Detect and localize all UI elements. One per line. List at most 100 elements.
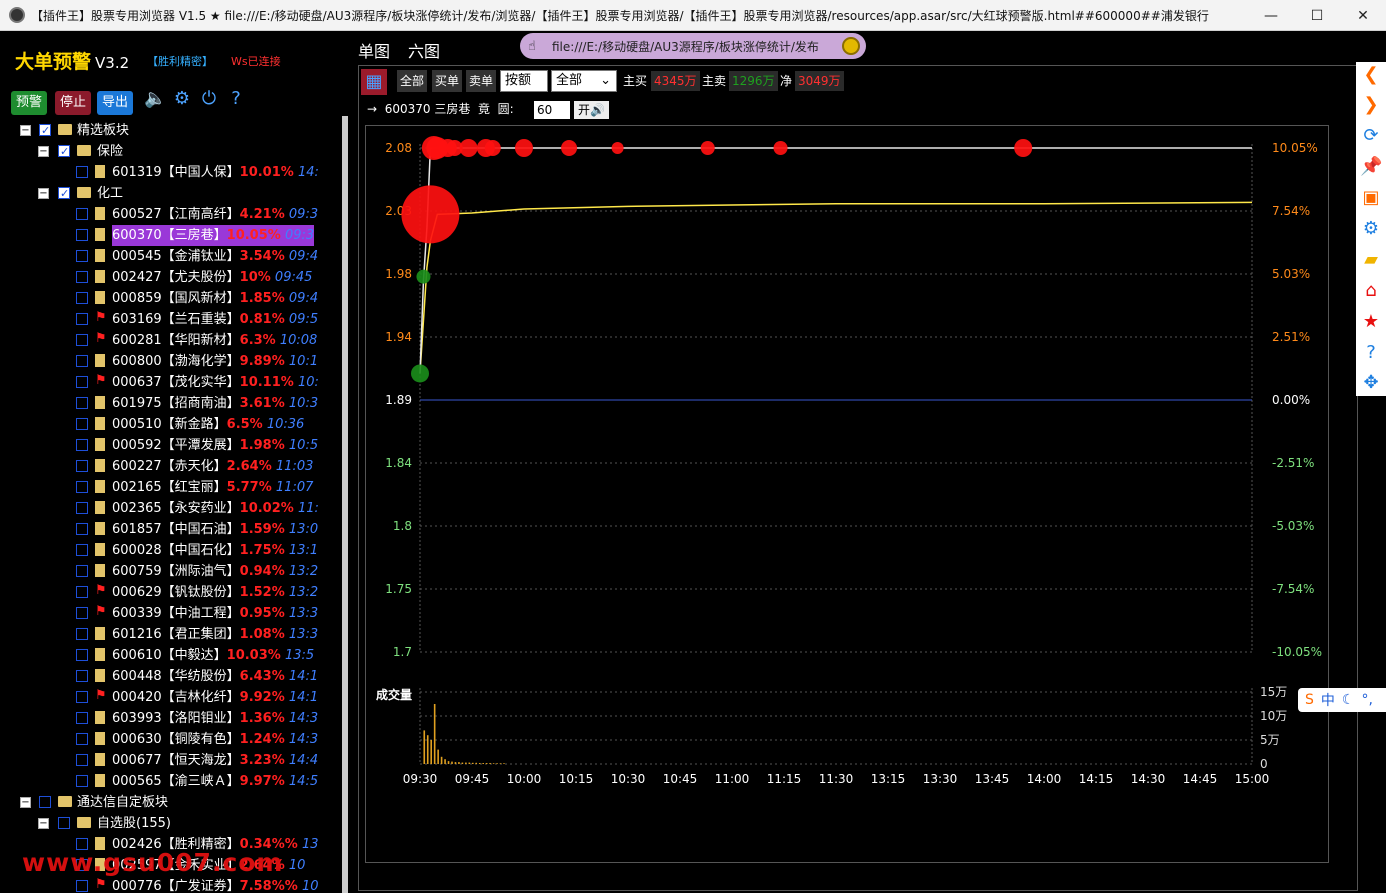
stock-item[interactable]: 603993【洛阳钼业】1.36% 14:3 — [76, 708, 342, 729]
refresh-icon[interactable]: ⟳ — [1360, 125, 1382, 147]
checkbox[interactable] — [76, 208, 88, 220]
stock-item[interactable]: 600370【三房巷】10.05% 09:3 — [76, 225, 342, 246]
stock-item[interactable]: ⚑ 000420【吉林化纤】9.92% 14:1 — [76, 687, 342, 708]
help-icon[interactable]: ? — [225, 88, 247, 110]
stock-item[interactable]: ⚑ 000776【广发证券】7.58%% 10 — [76, 876, 342, 893]
stock-item[interactable]: 600610【中毅达】10.03% 13:5 — [76, 645, 342, 666]
checkbox[interactable] — [58, 141, 70, 162]
stock-item[interactable]: 601975【招商南油】3.61% 10:3 — [76, 393, 342, 414]
chevron-right-icon[interactable]: ❯ — [1360, 94, 1382, 116]
stock-item[interactable]: 002365【永安药业】10.02% 11: — [76, 498, 342, 519]
collapse-icon[interactable]: − — [38, 146, 49, 157]
checkbox[interactable] — [76, 376, 88, 388]
stock-item[interactable]: ⚑ 603169【兰石重装】0.81% 09:5 — [76, 309, 342, 330]
checkbox[interactable] — [76, 418, 88, 430]
help-icon[interactable]: ? — [1360, 342, 1382, 364]
stock-item[interactable]: 002427【尤夫股份】10% 09:45 — [76, 267, 342, 288]
checkbox[interactable] — [76, 481, 88, 493]
url-bar[interactable]: ☝ file:///E:/移动硬盘/AU3源程序/板块涨停统计/发布 — [520, 33, 866, 59]
alert-button[interactable]: 预警 — [11, 91, 48, 115]
checkbox[interactable] — [76, 754, 88, 766]
checkbox[interactable] — [76, 229, 88, 241]
ime-chinese-mode[interactable]: 中 — [1321, 690, 1335, 710]
close-button[interactable]: ✕ — [1340, 0, 1386, 31]
checkbox[interactable] — [76, 544, 88, 556]
star-icon[interactable]: ★ — [1360, 311, 1382, 333]
checkbox[interactable] — [76, 355, 88, 367]
tree-scrollbar[interactable] — [342, 116, 348, 893]
checkbox[interactable] — [76, 607, 88, 619]
checkbox[interactable] — [76, 733, 88, 745]
checkbox[interactable] — [76, 523, 88, 535]
radius-input[interactable]: 60 — [534, 101, 570, 119]
collapse-icon[interactable]: − — [38, 818, 49, 829]
sound-toggle-button[interactable]: 开🔊 — [574, 101, 609, 119]
stock-item[interactable]: 002165【红宝丽】5.77% 11:07 — [76, 477, 342, 498]
filter-buy-button[interactable]: 买单 — [432, 70, 463, 92]
stock-item[interactable]: 000859【国风新材】1.85% 09:4 — [76, 288, 342, 309]
stock-item[interactable]: 600527【江南高纤】4.21% 09:3 — [76, 204, 342, 225]
checkbox[interactable] — [39, 796, 51, 808]
checkbox[interactable] — [76, 712, 88, 724]
stock-item[interactable]: 000565【渝三峡Ａ】9.97% 14:5 — [76, 771, 342, 792]
checkbox[interactable] — [76, 166, 88, 178]
stock-item[interactable]: 600448【华纺股份】6.43% 14:1 — [76, 666, 342, 687]
checkbox[interactable] — [76, 880, 88, 892]
stock-item[interactable]: ⚑ 000629【钒钛股份】1.52% 13:2 — [76, 582, 342, 603]
chevron-left-icon[interactable]: ❮ — [1360, 64, 1382, 86]
checkbox[interactable] — [76, 271, 88, 283]
collapse-icon[interactable]: − — [20, 125, 31, 136]
tab-six-chart[interactable]: 六图 — [408, 38, 440, 62]
stock-item[interactable]: 000677【恒天海龙】3.23% 14:4 — [76, 750, 342, 771]
stock-item[interactable]: 600227【赤天化】2.64% 11:03 — [76, 456, 342, 477]
checkbox[interactable] — [58, 817, 70, 829]
stock-item[interactable]: 000630【铜陵有色】1.24% 14:3 — [76, 729, 342, 750]
moon-icon[interactable]: ☾ — [1342, 692, 1355, 708]
stock-item[interactable]: 600028【中国石化】1.75% 13:1 — [76, 540, 342, 561]
stock-item[interactable]: 000510【新金路】6.5% 10:36 — [76, 414, 342, 435]
stock-item[interactable]: 601216【君正集团】1.08% 13:3 — [76, 624, 342, 645]
stock-item[interactable]: 000545【金浦钛业】3.54% 09:4 — [76, 246, 342, 267]
filter-all-button[interactable]: 全部 — [397, 70, 428, 92]
checkbox[interactable] — [76, 565, 88, 577]
minimize-button[interactable]: — — [1248, 0, 1294, 31]
checkbox[interactable] — [76, 586, 88, 598]
pin-icon[interactable]: 📌 — [1360, 156, 1382, 178]
power-icon[interactable]: ⏻ — [198, 88, 220, 110]
checkbox[interactable] — [76, 670, 88, 682]
gear-icon[interactable]: ⚙ — [171, 88, 193, 110]
tree-group[interactable]: − 自选股(155) — [38, 813, 348, 834]
stock-item[interactable]: ⚑ 600281【华阳新材】6.3% 10:08 — [76, 330, 342, 351]
stock-item[interactable]: 601857【中国石油】1.59% 13:0 — [76, 519, 342, 540]
stock-item[interactable]: 601319【中国人保】10.01% 14: — [76, 162, 342, 183]
sort-select[interactable]: 按额 ⌄ — [500, 70, 548, 108]
stock-item[interactable]: ⚑ 600339【中油工程】0.95% 13:3 — [76, 603, 342, 624]
move-icon[interactable]: ✥ — [1360, 372, 1382, 394]
maximize-button[interactable]: ☐ — [1294, 0, 1340, 31]
search-icon[interactable] — [842, 37, 860, 55]
checkbox[interactable] — [76, 628, 88, 640]
checkbox[interactable] — [39, 120, 51, 141]
folder-icon[interactable]: ▰ — [1360, 249, 1382, 271]
checkbox[interactable] — [76, 313, 88, 325]
checkbox[interactable] — [76, 502, 88, 514]
checkbox[interactable] — [76, 439, 88, 451]
tab-single-chart[interactable]: 单图 — [358, 38, 390, 62]
checkbox[interactable] — [58, 183, 70, 204]
ime-punctuation[interactable]: °, — [1361, 692, 1372, 708]
tree-group[interactable]: − 化工 — [38, 183, 348, 204]
collapse-icon[interactable]: − — [38, 188, 49, 199]
home-icon[interactable]: ⌂ — [1360, 280, 1382, 302]
export-button[interactable]: 导出 — [97, 91, 134, 115]
grid-icon[interactable]: ▦ — [361, 69, 387, 95]
checkbox[interactable] — [76, 250, 88, 262]
stock-item[interactable]: 600759【洲际油气】0.94% 13:2 — [76, 561, 342, 582]
volume-icon[interactable]: 🔈 — [144, 88, 166, 110]
box-icon[interactable]: ▣ — [1360, 187, 1382, 209]
category-select[interactable]: 全部 ⌄ — [551, 70, 617, 92]
ime-toolbar[interactable]: S 中 ☾ °, — [1298, 688, 1386, 712]
stock-item[interactable]: 600800【渤海化学】9.89% 10:1 — [76, 351, 342, 372]
checkbox[interactable] — [76, 397, 88, 409]
checkbox[interactable] — [76, 334, 88, 346]
checkbox[interactable] — [76, 649, 88, 661]
